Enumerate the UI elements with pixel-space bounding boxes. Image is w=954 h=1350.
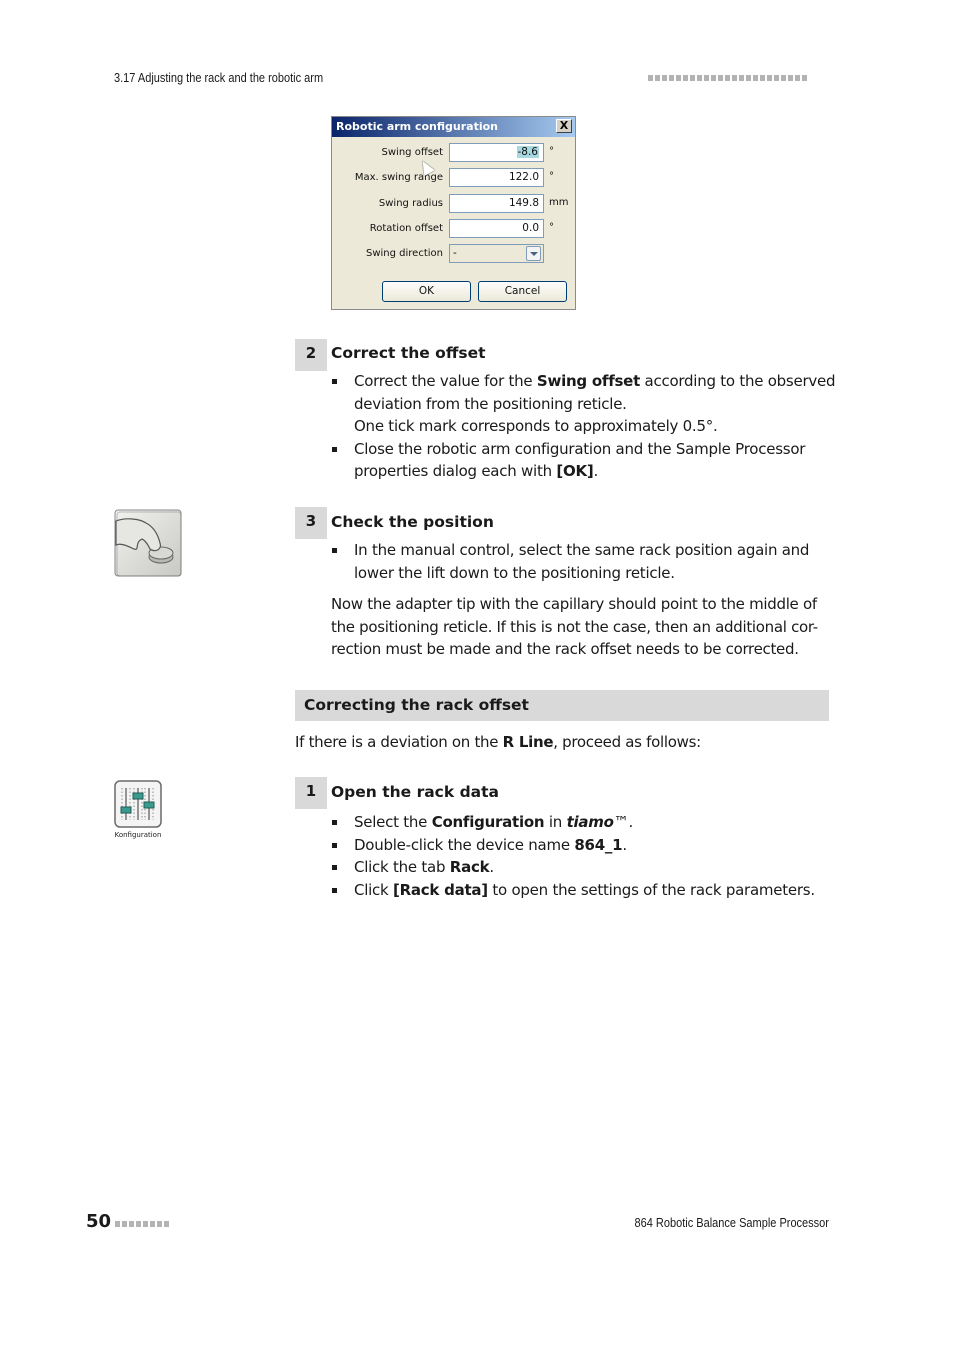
- rack-tab-term: Rack: [449, 858, 490, 876]
- rotation-offset-row: Rotation offset 0.0 °: [332, 219, 577, 239]
- swing-offset-row: Swing offset -8.6 °: [332, 143, 577, 163]
- swing-direction-row: Swing direction -: [332, 244, 577, 264]
- list-item: Close the robotic arm configuration and …: [332, 438, 844, 483]
- step-title: Check the position: [331, 513, 494, 531]
- swing-direction-value: -: [453, 247, 457, 259]
- cancel-button[interactable]: Cancel: [478, 281, 567, 302]
- footer-document-title: 864 Robotic Balance Sample Processor: [634, 1216, 829, 1230]
- swing-radius-input[interactable]: 149.8: [449, 194, 544, 213]
- list-item: Correct the value for the Swing offset a…: [332, 370, 844, 438]
- swing-offset-label: Swing offset: [381, 147, 443, 158]
- configuration-term: Configuration: [431, 813, 545, 831]
- step-3-paragraph: Now the adapter tip with the capillary s…: [331, 595, 818, 658]
- step-3-bullet-list: In the manual control, select the same r…: [332, 539, 844, 584]
- dialog-title-bar: Robotic arm configuration X: [332, 117, 575, 137]
- step-number: 1: [295, 777, 327, 809]
- r-line-term: R Line: [502, 733, 554, 751]
- step-number: 3: [295, 507, 327, 539]
- max-swing-range-unit: °: [549, 171, 554, 182]
- rack-data-term: [Rack data]: [393, 880, 488, 899]
- swing-direction-label: Swing direction: [366, 248, 443, 259]
- ok-button[interactable]: OK: [382, 281, 471, 302]
- rotation-offset-input[interactable]: 0.0: [449, 219, 544, 238]
- close-button[interactable]: X: [556, 119, 572, 133]
- step-number: 2: [295, 339, 327, 371]
- swing-radius-row: Swing radius 149.8 mm: [332, 194, 577, 214]
- step-2-bullet-list: Correct the value for the Swing offset a…: [332, 370, 844, 483]
- device-name-term: 864_1: [574, 835, 623, 854]
- list-item: Click the tab Rack.: [332, 856, 844, 879]
- section-heading: Correcting the rack offset: [295, 690, 829, 721]
- section-intro: If there is a deviation on the R Line, p…: [295, 733, 701, 751]
- swing-offset-input[interactable]: -8.6: [449, 143, 544, 162]
- configuration-sliders-icon: Konfiguration: [113, 780, 163, 839]
- step-1-bullet-list: Select the Configuration in tiamo™. Doub…: [332, 811, 844, 902]
- configuration-icon-caption: Konfiguration: [114, 831, 162, 839]
- step-title: Correct the offset: [331, 344, 486, 362]
- tiamo-term: tiamo: [566, 813, 614, 831]
- rotation-offset-unit: °: [549, 222, 554, 233]
- max-swing-range-input[interactable]: 122.0: [449, 168, 544, 187]
- list-item: In the manual control, select the same r…: [332, 539, 844, 584]
- close-icon: X: [559, 119, 569, 132]
- footer-decoration-dots: [115, 1221, 169, 1227]
- robotic-arm-configuration-dialog: Robotic arm configuration X Swing offset…: [331, 116, 576, 310]
- dropdown-arrow-icon[interactable]: [526, 246, 541, 261]
- ok-term: [OK]: [556, 462, 594, 480]
- swing-offset-term: Swing offset: [536, 372, 640, 390]
- swing-offset-unit: °: [549, 146, 554, 157]
- header-decoration-dots: [648, 75, 807, 81]
- manual-control-hand-icon: [114, 509, 183, 582]
- swing-direction-select[interactable]: -: [449, 244, 544, 263]
- dialog-title: Robotic arm configuration: [336, 120, 499, 133]
- step-title: Open the rack data: [331, 783, 499, 801]
- list-item: Select the Configuration in tiamo™.: [332, 811, 844, 834]
- swing-radius-unit: mm: [549, 197, 569, 208]
- swing-offset-value: -8.6: [516, 146, 539, 158]
- running-header-section-title: 3.17 Adjusting the rack and the robotic …: [114, 71, 324, 85]
- list-item: Click [Rack data] to open the settings o…: [332, 879, 844, 902]
- swing-radius-label: Swing radius: [378, 198, 443, 209]
- max-swing-range-row: Max. swing range 122.0 °: [332, 168, 577, 188]
- page-number: 50: [86, 1211, 112, 1232]
- list-item: Double-click the device name 864_1.: [332, 834, 844, 857]
- rotation-offset-label: Rotation offset: [369, 223, 443, 234]
- max-swing-range-label: Max. swing range: [354, 172, 443, 183]
